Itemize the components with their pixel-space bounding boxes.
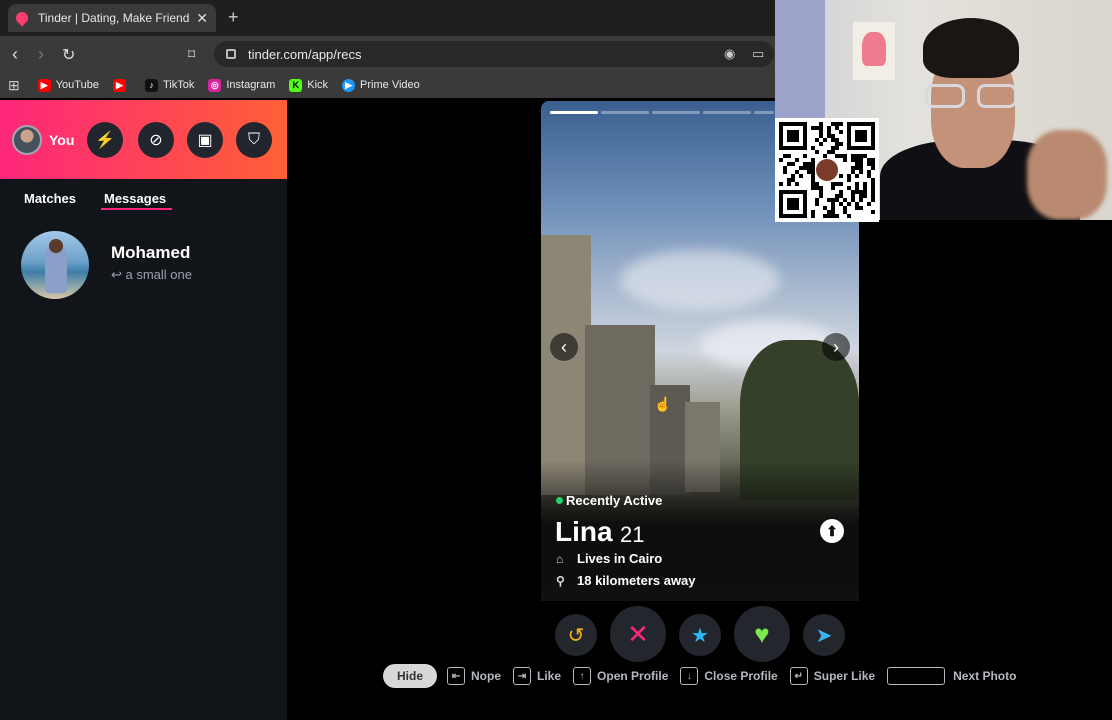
home-icon: ⌂ <box>556 551 564 566</box>
explore-icon[interactable]: ⊘ <box>138 122 174 158</box>
nope-button[interactable]: ✕ <box>610 606 666 662</box>
online-status-dot <box>556 497 563 504</box>
boost-icon[interactable]: ⚡ <box>87 122 123 158</box>
tinder-favicon-icon <box>13 9 31 27</box>
hint-super-like: ↵ Super Like <box>789 667 875 685</box>
bookmark-prime-video[interactable]: ▶ Prime Video <box>342 78 420 92</box>
mouse-cursor-icon: ☝ <box>654 396 672 412</box>
profile-age: 21 <box>620 522 645 547</box>
hint-close-profile: ↓ Close Profile <box>680 667 778 685</box>
url-text: tinder.com/app/recs <box>248 46 362 62</box>
next-photo-button[interactable]: › <box>822 333 850 361</box>
open-profile-button[interactable]: ⬆ <box>820 519 844 543</box>
photo-building <box>541 235 591 495</box>
nope-x-icon: ✕ <box>627 618 649 649</box>
qr-code <box>775 118 879 222</box>
address-bar[interactable]: tinder.com/app/recs <box>214 41 774 67</box>
forward-icon[interactable]: › <box>38 44 44 65</box>
bookmark-tiktok[interactable]: ♪ TikTok <box>144 78 194 92</box>
down-key-icon: ↓ <box>680 667 699 685</box>
bookmarks-bar: ⊞ ▶ YouTube ▶ ♪ TikTok ◎ Instagram K Kick ▶ P… <box>0 72 775 98</box>
hint-like: ⇥ Like <box>513 667 561 685</box>
distance-row: ⚲ 18 kilometers away <box>556 573 696 588</box>
my-profile-label[interactable]: You <box>49 132 74 148</box>
photo-progress-bar[interactable] <box>703 111 751 114</box>
youtube-icon: ▶ <box>37 78 51 92</box>
bookmark-instagram[interactable]: ◎ Instagram <box>208 78 275 92</box>
apps-grid-icon[interactable]: ⊞ <box>8 77 20 94</box>
bookmark-youtube-2[interactable]: ▶ <box>112 78 131 92</box>
browser-tab[interactable]: Tinder | Dating, Make Friends & ✕ <box>8 4 216 32</box>
send-icon: ➤ <box>815 624 833 647</box>
rewind-button[interactable]: ↺ <box>555 614 597 656</box>
tab-matches[interactable]: Matches <box>24 191 76 206</box>
hint-open-profile: ↑ Open Profile <box>573 667 668 685</box>
activity-status: Recently Active <box>566 493 663 508</box>
location-icon[interactable]: ◉ <box>724 46 735 62</box>
photo-progress-bar[interactable] <box>601 111 649 114</box>
new-tab-button[interactable]: + <box>228 7 239 28</box>
my-profile-avatar[interactable] <box>12 125 42 155</box>
hide-shortcuts-button[interactable]: Hide <box>383 664 438 688</box>
back-icon[interactable]: ‹ <box>12 44 18 65</box>
prime-video-icon: ▶ <box>342 78 356 92</box>
safety-shield-icon[interactable]: ⛉ <box>236 122 272 158</box>
photo-progress-bar[interactable] <box>754 111 774 114</box>
message-avatar[interactable] <box>21 231 89 299</box>
up-key-icon: ↑ <box>573 667 592 685</box>
message-preview[interactable]: ↩ a small one <box>111 267 192 283</box>
youtube-icon: ▶ <box>112 78 126 92</box>
cast-icon[interactable]: ▭ <box>752 46 764 62</box>
previous-photo-button[interactable]: ‹ <box>550 333 578 361</box>
reload-icon[interactable]: ↻ <box>62 45 75 65</box>
star-icon: ★ <box>691 624 709 647</box>
left-key-icon: ⇤ <box>447 667 466 685</box>
tab-messages[interactable]: Messages <box>104 191 166 206</box>
rewind-icon: ↺ <box>567 624 585 647</box>
tiktok-icon: ♪ <box>144 78 158 92</box>
active-tab-indicator <box>101 208 172 210</box>
like-button[interactable]: ♥ <box>734 606 790 662</box>
message-sender-name[interactable]: Mohamed <box>111 243 190 263</box>
boost-button[interactable]: ➤ <box>803 614 845 656</box>
photo-cloud <box>620 250 780 310</box>
right-key-icon: ⇥ <box>513 667 532 685</box>
super-like-button[interactable]: ★ <box>679 614 721 656</box>
hint-next-photo: Next Photo <box>887 667 1016 685</box>
heart-icon: ♥ <box>754 618 770 649</box>
bookmark-youtube[interactable]: ▶ YouTube <box>37 78 99 92</box>
site-settings-icon[interactable] <box>226 49 236 59</box>
hint-nope: ⇤ Nope <box>447 667 501 685</box>
lives-in-row: ⌂ Lives in Cairo <box>556 551 663 566</box>
bookmark-kick[interactable]: K Kick <box>289 78 328 92</box>
qr-code-icon <box>779 122 875 218</box>
bookmark-star-icon[interactable]: ⌑ <box>188 46 195 63</box>
photo-progress-bar[interactable] <box>550 111 598 114</box>
work-icon[interactable]: ▣ <box>187 122 223 158</box>
instagram-icon: ◎ <box>208 78 222 92</box>
space-key-icon <box>887 667 946 685</box>
tab-title: Tinder | Dating, Make Friends & <box>38 11 191 25</box>
profile-name: Lina <box>555 516 613 547</box>
photo-progress-bar[interactable] <box>652 111 700 114</box>
keyboard-shortcuts-bar: Hide ⇤ Nope ⇥ Like ↑ Open Profile ↓ Close Pr… <box>383 663 1028 689</box>
location-pin-icon: ⚲ <box>556 573 565 588</box>
kick-icon: K <box>289 78 303 92</box>
close-tab-icon[interactable]: ✕ <box>196 10 208 27</box>
enter-key-icon: ↵ <box>789 667 808 685</box>
